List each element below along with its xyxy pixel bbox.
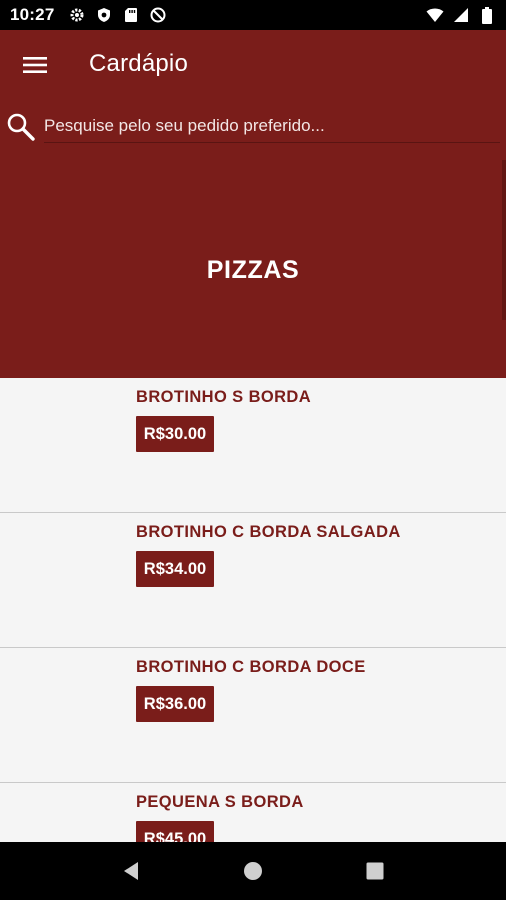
item-name: BROTINHO C BORDA SALGADA — [136, 523, 401, 541]
list-item[interactable]: BROTINHO S BORDA R$30.00 — [0, 378, 506, 513]
home-button[interactable] — [233, 851, 273, 891]
price-badge: R$45.00 — [136, 821, 214, 842]
search-input[interactable] — [44, 110, 500, 143]
status-notification-icons — [68, 6, 167, 24]
price-badge: R$34.00 — [136, 551, 214, 587]
list-item[interactable]: BROTINHO C BORDA DOCE R$36.00 — [0, 648, 506, 783]
shield-icon — [95, 6, 113, 24]
back-button[interactable] — [111, 851, 151, 891]
scroll-indicator — [502, 160, 506, 320]
item-name: BROTINHO S BORDA — [136, 388, 312, 406]
status-bar: 10:27 — [0, 0, 506, 30]
category-title: PIZZAS — [206, 256, 300, 284]
hamburger-menu-icon — [23, 57, 47, 73]
status-time: 10:27 — [10, 5, 55, 24]
search-bar — [0, 110, 506, 146]
wifi-icon — [426, 6, 444, 24]
item-name: PEQUENA S BORDA — [136, 793, 304, 811]
product-list: BROTINHO S BORDA R$30.00 BROTINHO C BORD… — [0, 378, 506, 842]
gear-icon — [68, 6, 86, 24]
back-icon — [124, 862, 138, 880]
navigation-bar — [0, 842, 506, 900]
list-item[interactable]: PEQUENA S BORDA R$45.00 — [0, 783, 506, 842]
item-name: BROTINHO C BORDA DOCE — [136, 658, 366, 676]
battery-icon — [478, 6, 496, 24]
price-badge: R$30.00 — [136, 416, 214, 452]
price-badge: R$36.00 — [136, 686, 214, 722]
app-bar: Cardápio PIZZAS — [0, 30, 506, 378]
hamburger-menu-button[interactable] — [18, 50, 52, 80]
recents-icon — [366, 862, 384, 880]
signal-icon — [452, 6, 470, 24]
status-system-icons — [426, 6, 496, 24]
search-icon[interactable] — [6, 112, 36, 142]
page-title: Cardápio — [89, 50, 188, 77]
list-item[interactable]: BROTINHO C BORDA SALGADA R$34.00 — [0, 513, 506, 648]
sd-card-icon — [122, 6, 140, 24]
no-disturb-icon — [149, 6, 167, 24]
recents-button[interactable] — [355, 851, 395, 891]
home-icon — [244, 862, 262, 880]
